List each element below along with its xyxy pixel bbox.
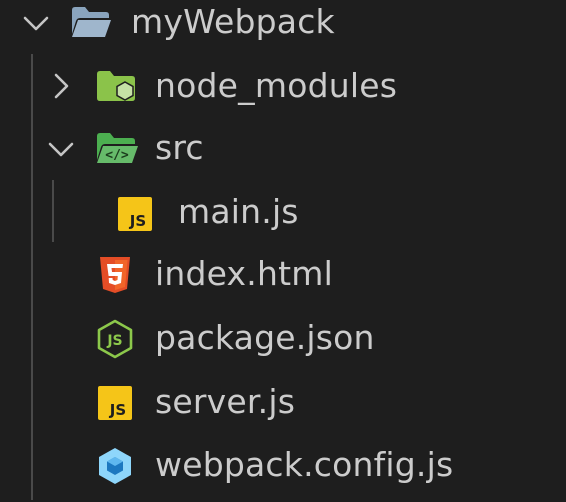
folder-node-icon (97, 71, 135, 101)
tree-item-label: node_modules (155, 66, 398, 105)
tree-item-main-js[interactable]: JS main.js (0, 184, 566, 240)
javascript-icon: JS (98, 386, 132, 420)
nodejs-icon: JS (97, 319, 133, 359)
tree-item-label: main.js (178, 192, 299, 231)
tree-item-label: server.js (155, 382, 296, 421)
tree-item-label: package.json (155, 318, 375, 357)
tree-item-webpack-config-js[interactable]: webpack.config.js (0, 437, 566, 493)
tree-item-label: myWebpack (131, 2, 335, 41)
html5-icon (100, 257, 130, 293)
tree-item-node-modules[interactable]: node_modules (0, 58, 566, 114)
svg-text:</>: </> (105, 148, 129, 163)
javascript-icon: JS (118, 197, 152, 231)
js-badge-text: JS (129, 212, 146, 230)
tree-item-label: src (155, 128, 204, 167)
folder-src-icon: </> (97, 133, 138, 163)
folder-open-icon (72, 7, 111, 37)
js-badge-text: JS (109, 401, 126, 419)
tree-item-label: index.html (155, 254, 333, 293)
chevron-down-icon[interactable] (21, 8, 51, 38)
chevron-down-icon[interactable] (46, 134, 76, 164)
js-badge-text: JS (106, 333, 122, 349)
webpack-icon (99, 448, 131, 484)
file-explorer: myWebpack node_modules </> src JS main.j… (0, 0, 566, 502)
tree-item-src[interactable]: </> src (0, 120, 566, 176)
tree-item-mywebpack[interactable]: myWebpack (0, 0, 566, 50)
chevron-right-icon[interactable] (46, 71, 76, 101)
tree-item-label: webpack.config.js (155, 445, 454, 484)
tree-item-index-html[interactable]: index.html (0, 246, 566, 302)
tree-item-package-json[interactable]: JS package.json (0, 310, 566, 366)
tree-item-server-js[interactable]: JS server.js (0, 374, 566, 430)
